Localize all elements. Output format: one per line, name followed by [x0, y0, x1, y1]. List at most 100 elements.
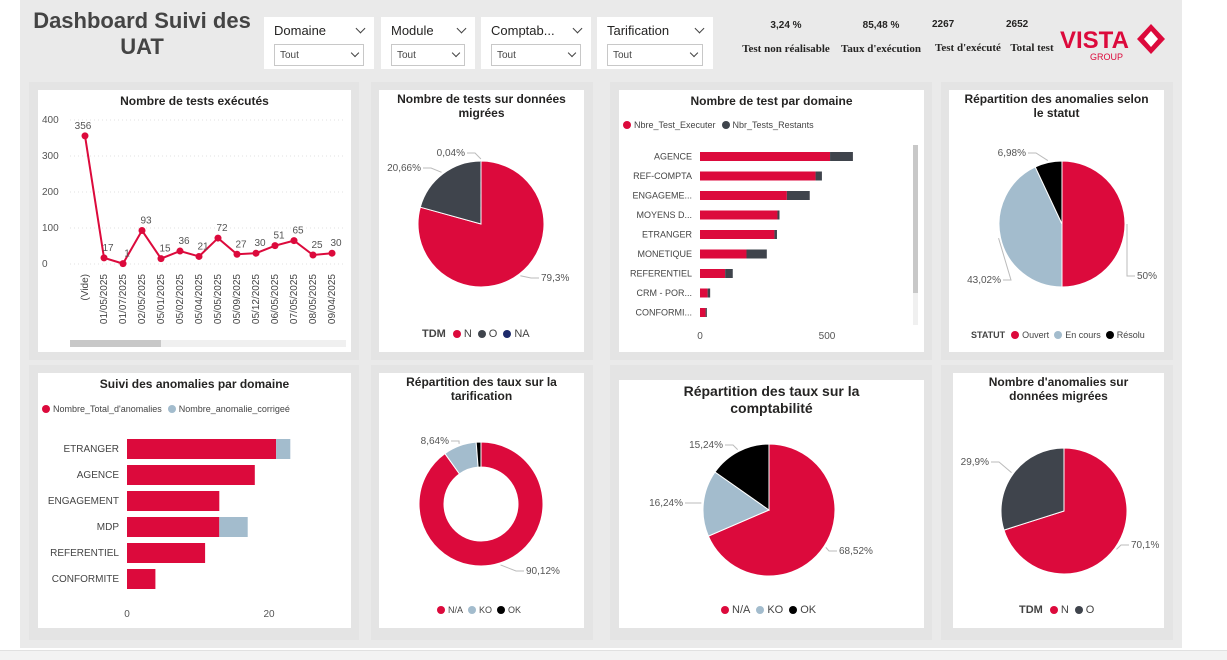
chevron-down-icon[interactable]	[456, 23, 467, 33]
data-label: 70,1%	[1131, 540, 1159, 551]
leader-line	[1126, 224, 1135, 277]
scrollbar-thumb[interactable]	[913, 145, 918, 293]
leader-line	[451, 440, 460, 444]
leader-line	[825, 547, 837, 552]
chart-anomalies-statut[interactable]: Répartition des anomalies selon le statu…	[949, 90, 1164, 352]
data-label: 1	[124, 249, 130, 260]
slicer-label: Tarification	[607, 22, 670, 38]
slicer-dropdown[interactable]: Tout	[607, 44, 703, 66]
slicer-label: Module	[391, 22, 434, 38]
bar-segment	[774, 230, 777, 239]
x-tick-label: (Vide)	[80, 274, 91, 301]
chart-taux-tarification[interactable]: Répartition des taux sur la tarification…	[379, 373, 584, 628]
bar-segment	[276, 439, 291, 459]
kpi-value: 2267	[932, 19, 955, 30]
category-label: AGENCE	[654, 152, 692, 162]
legend-item[interactable]: N	[1061, 604, 1069, 616]
legend-item[interactable]: Résolu	[1117, 330, 1145, 340]
data-point	[100, 254, 108, 262]
bar-segment	[725, 269, 733, 278]
chevron-down-icon[interactable]	[572, 23, 583, 33]
legend-item[interactable]: O	[489, 328, 498, 340]
data-point	[176, 247, 184, 255]
data-point	[309, 251, 317, 259]
chart-tests-migrees[interactable]: Nombre de tests sur données migrées 79,3…	[379, 90, 584, 352]
chevron-down-icon	[567, 48, 577, 58]
bar-segment	[219, 517, 248, 537]
leader-line	[991, 461, 1012, 474]
category-label: ENGAGEMENT	[48, 496, 119, 507]
category-label: MONETIQUE	[637, 249, 692, 259]
y-tick-label: 300	[42, 151, 59, 162]
line-chart-svg: 0 100 200 300 400 356 (Vide) 17 01/05/2025 1 01/07…	[42, 115, 344, 324]
legend-item[interactable]: O	[1086, 604, 1095, 616]
slicer-tarification[interactable]: Tarification Tout	[597, 17, 713, 69]
category-label: CRM - POR...	[637, 288, 693, 298]
category-label: ETRANGER	[642, 230, 693, 240]
legend-item[interactable]: N	[464, 328, 472, 340]
leader-line	[1116, 544, 1129, 550]
legend-item[interactable]: KO	[767, 604, 783, 616]
slicer-comptabilite[interactable]: Comptab... Tout	[481, 17, 591, 69]
x-tick-label: 20	[263, 609, 275, 620]
slicer-module[interactable]: Module Tout	[381, 17, 475, 69]
data-point	[290, 237, 298, 245]
data-label: 43,02%	[967, 275, 1001, 286]
data-label: 6,98%	[998, 148, 1026, 159]
leader-line	[467, 152, 482, 160]
data-point	[195, 252, 203, 260]
legend-item[interactable]: OK	[800, 604, 816, 616]
legend-dot	[497, 606, 506, 614]
diamond-icon	[1137, 24, 1165, 54]
legend-item[interactable]: OK	[508, 605, 521, 615]
legend: N/A KO OK	[721, 604, 816, 616]
chevron-down-icon[interactable]	[355, 23, 366, 33]
category-label: REF-COMPTA	[633, 171, 692, 181]
kpi-label: Test non réalisable	[742, 43, 830, 55]
chart-taux-comptabilite[interactable]: Répartition des taux sur la comptabilité…	[619, 380, 924, 628]
x-tick-label: 05/01/2025	[156, 274, 167, 324]
slicer-domaine[interactable]: Domaine Tout	[264, 17, 374, 69]
bar-segment	[700, 152, 831, 161]
chart-test-domaine[interactable]: Nombre de test par domaine Nbre_Test_Exe…	[619, 90, 924, 352]
x-tick-label: 05/04/2025	[194, 274, 205, 324]
slicer-value: Tout	[397, 49, 416, 61]
y-tick-label: 200	[42, 187, 59, 198]
bar-segment	[700, 210, 778, 220]
legend-item[interactable]: NA	[514, 328, 529, 340]
data-label: 90,12%	[526, 566, 560, 577]
legend-item[interactable]: KO	[479, 605, 492, 615]
chart-anomalies-domaine[interactable]: Suivi des anomalies par domaine Nombre_T…	[38, 373, 351, 628]
data-label: 20,66%	[387, 163, 421, 174]
pie-slice	[1061, 160, 1126, 288]
chart-tests-executes[interactable]: Nombre de tests exécutés 0 100 200 300 400 35…	[38, 90, 351, 352]
kpi-test-execute: 2267 Test d'exécuté	[932, 19, 1004, 54]
category-label: MOYENS D...	[636, 210, 692, 220]
legend-item[interactable]: Ouvert	[1022, 330, 1049, 340]
vista-group-logo: VISTA GROUP	[1060, 24, 1165, 62]
bar-segment	[700, 288, 708, 298]
bar-segment	[700, 269, 726, 278]
data-label: 29,9%	[961, 457, 989, 468]
slicer-label: Comptab...	[491, 22, 555, 38]
pie-chart-svg: 79,3% 20,66% 0,04%	[387, 148, 569, 288]
slicer-dropdown[interactable]: Tout	[491, 44, 581, 66]
chart-anomalies-migrees[interactable]: Nombre d'anomalies sur données migrées 7…	[953, 373, 1164, 628]
legend-dot	[1049, 606, 1058, 614]
leader-line	[500, 564, 524, 572]
scrollbar-thumb[interactable]	[70, 340, 161, 347]
legend-title: TDM	[1019, 604, 1043, 616]
kpi-label: Test d'exécuté	[935, 42, 1001, 54]
legend-item[interactable]: En cours	[1065, 330, 1101, 340]
legend-item[interactable]: N/A	[732, 604, 750, 616]
page-title: Dashboard Suivi des UAT	[33, 8, 251, 59]
horizontal-scrollbar[interactable]	[70, 340, 346, 347]
legend-item[interactable]: N/A	[448, 605, 463, 615]
chevron-down-icon[interactable]	[694, 23, 705, 33]
vertical-scrollbar[interactable]	[913, 145, 918, 325]
slicer-label: Domaine	[274, 22, 327, 38]
legend-dot	[477, 330, 486, 338]
slicer-dropdown[interactable]: Tout	[274, 44, 364, 66]
slicer-dropdown[interactable]: Tout	[391, 44, 465, 66]
x-tick-label: 05/09/2025	[232, 274, 243, 324]
